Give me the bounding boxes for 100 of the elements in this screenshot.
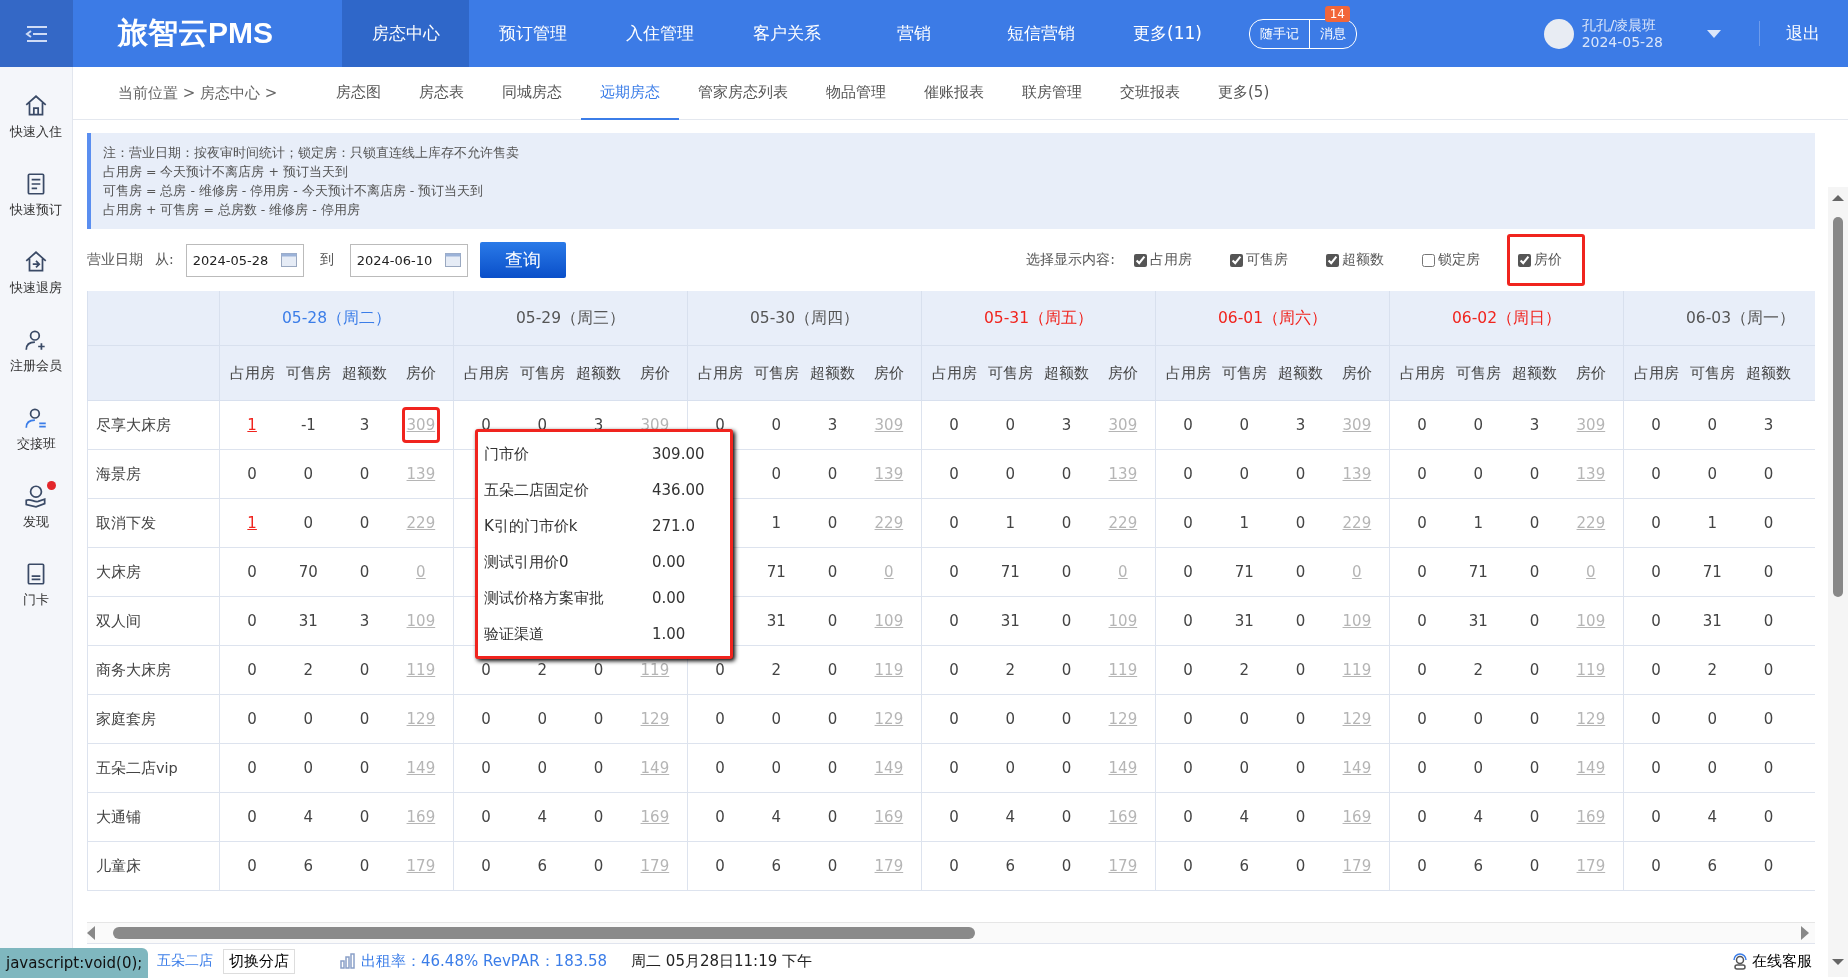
price-link[interactable]: 139: [1571, 456, 1611, 492]
option-checkbox[interactable]: 可售房: [1219, 234, 1311, 286]
checkbox[interactable]: [1422, 253, 1435, 267]
price-link[interactable]: 149: [1337, 750, 1377, 786]
price-link[interactable]: 149: [401, 750, 441, 786]
nav-tab[interactable]: 预订管理: [469, 0, 596, 67]
price-link[interactable]: 309: [869, 407, 909, 443]
price-link[interactable]: 169: [635, 799, 675, 835]
price-link[interactable]: 0: [411, 554, 431, 590]
price-link[interactable]: 149: [1571, 750, 1611, 786]
menu-button[interactable]: [0, 0, 73, 67]
price-link[interactable]: 139: [401, 456, 441, 492]
sidebar-item[interactable]: 快速入住: [0, 89, 72, 145]
price-link[interactable]: 229: [1103, 505, 1143, 541]
sub-tab[interactable]: 联房管理: [1003, 66, 1101, 120]
price-link[interactable]: 309: [401, 407, 441, 443]
price-link[interactable]: 169: [1571, 799, 1611, 835]
scroll-thumb[interactable]: [113, 927, 975, 939]
price-link[interactable]: 119: [869, 652, 909, 688]
occupied-link[interactable]: 1: [247, 514, 257, 532]
price-link[interactable]: 139: [1337, 456, 1377, 492]
sub-tab[interactable]: 房态图: [317, 66, 400, 120]
sub-tab[interactable]: 房态表: [400, 66, 483, 120]
price-link[interactable]: 169: [401, 799, 441, 835]
price-link[interactable]: 149: [869, 750, 909, 786]
price-link[interactable]: 0: [879, 554, 899, 590]
price-link[interactable]: 119: [401, 652, 441, 688]
price-link[interactable]: 229: [1571, 505, 1611, 541]
calendar-icon[interactable]: [280, 253, 297, 267]
occupied-link[interactable]: 1: [247, 416, 257, 434]
sub-tab[interactable]: 远期房态: [581, 66, 679, 120]
nav-tab[interactable]: 更多(11): [1104, 0, 1231, 67]
vertical-scrollbar[interactable]: [1828, 187, 1848, 977]
switch-store-button[interactable]: 切换分店: [223, 948, 295, 974]
price-link[interactable]: 109: [1103, 603, 1143, 639]
date-field[interactable]: 2024-05-28: [185, 243, 304, 277]
date-field[interactable]: 2024-06-10: [349, 243, 468, 277]
price-link[interactable]: 229: [401, 505, 441, 541]
scroll-left-icon[interactable]: [87, 926, 97, 940]
price-link[interactable]: 0: [1581, 554, 1601, 590]
option-checkbox[interactable]: 占用房: [1123, 234, 1215, 286]
logout-button[interactable]: 退出: [1759, 21, 1826, 46]
pill-button[interactable]: 随手记: [1250, 19, 1309, 48]
checkbox[interactable]: [1326, 253, 1339, 267]
store-link[interactable]: 五朵二店: [157, 952, 213, 970]
price-link[interactable]: 309: [1103, 407, 1143, 443]
option-checkbox[interactable]: 锁定房: [1411, 234, 1503, 286]
price-link[interactable]: 119: [1103, 652, 1143, 688]
price-link[interactable]: 0: [1113, 554, 1133, 590]
price-link[interactable]: 0: [1347, 554, 1367, 590]
nav-tab[interactable]: 短信营销: [977, 0, 1104, 67]
price-link[interactable]: 129: [635, 701, 675, 737]
price-link[interactable]: 129: [869, 701, 909, 737]
price-link[interactable]: 169: [1337, 799, 1377, 835]
sub-tab[interactable]: 交班报表: [1101, 66, 1199, 120]
price-link[interactable]: 139: [1103, 456, 1143, 492]
checkbox[interactable]: [1518, 253, 1531, 267]
sidebar-item[interactable]: 门卡: [0, 557, 72, 613]
calendar-icon[interactable]: [444, 253, 461, 267]
sidebar-item[interactable]: 快速退房: [0, 245, 72, 301]
price-link[interactable]: 109: [1337, 603, 1377, 639]
nav-tab[interactable]: 入住管理: [596, 0, 723, 67]
price-link[interactable]: 109: [1571, 603, 1611, 639]
sidebar-item[interactable]: 快速预订: [0, 167, 72, 223]
price-link[interactable]: 309: [1571, 407, 1611, 443]
query-button[interactable]: 查询: [479, 242, 566, 278]
price-link[interactable]: 129: [1103, 701, 1143, 737]
sub-tab[interactable]: 管家房态列表: [679, 66, 807, 120]
horizontal-scrollbar[interactable]: [87, 922, 1815, 944]
price-link[interactable]: 229: [869, 505, 909, 541]
price-link[interactable]: 179: [1571, 848, 1611, 884]
option-checkbox[interactable]: 房价: [1507, 234, 1585, 286]
caret-icon[interactable]: [1707, 29, 1721, 38]
price-link[interactable]: 179: [401, 848, 441, 884]
scroll-right-icon[interactable]: [1799, 926, 1809, 940]
price-link[interactable]: 179: [1337, 848, 1377, 884]
price-link[interactable]: 179: [869, 848, 909, 884]
nav-tab[interactable]: 客户关系: [723, 0, 850, 67]
price-link[interactable]: 229: [1337, 505, 1377, 541]
price-link[interactable]: 129: [401, 701, 441, 737]
checkbox[interactable]: [1230, 253, 1243, 267]
sub-tab[interactable]: 更多(5): [1199, 66, 1289, 120]
price-link[interactable]: 149: [635, 750, 675, 786]
price-link[interactable]: 119: [1571, 652, 1611, 688]
price-link[interactable]: 139: [869, 456, 909, 492]
online-support-button[interactable]: 在线客服: [1726, 950, 1818, 972]
price-link[interactable]: 309: [1337, 407, 1377, 443]
price-link[interactable]: 109: [401, 603, 441, 639]
nav-tab[interactable]: 房态中心: [342, 0, 469, 67]
price-link[interactable]: 179: [1103, 848, 1143, 884]
price-link[interactable]: 149: [1103, 750, 1143, 786]
sidebar-item[interactable]: 发现: [0, 479, 72, 535]
price-link[interactable]: 129: [1337, 701, 1377, 737]
sub-tab[interactable]: 同城房态: [483, 66, 581, 120]
sidebar-item[interactable]: 交接班: [0, 401, 72, 457]
nav-tab[interactable]: 营销: [850, 0, 977, 67]
sidebar-item[interactable]: 注册会员: [0, 323, 72, 379]
price-link[interactable]: 169: [1103, 799, 1143, 835]
price-link[interactable]: 129: [1571, 701, 1611, 737]
option-checkbox[interactable]: 超额数: [1315, 234, 1407, 286]
